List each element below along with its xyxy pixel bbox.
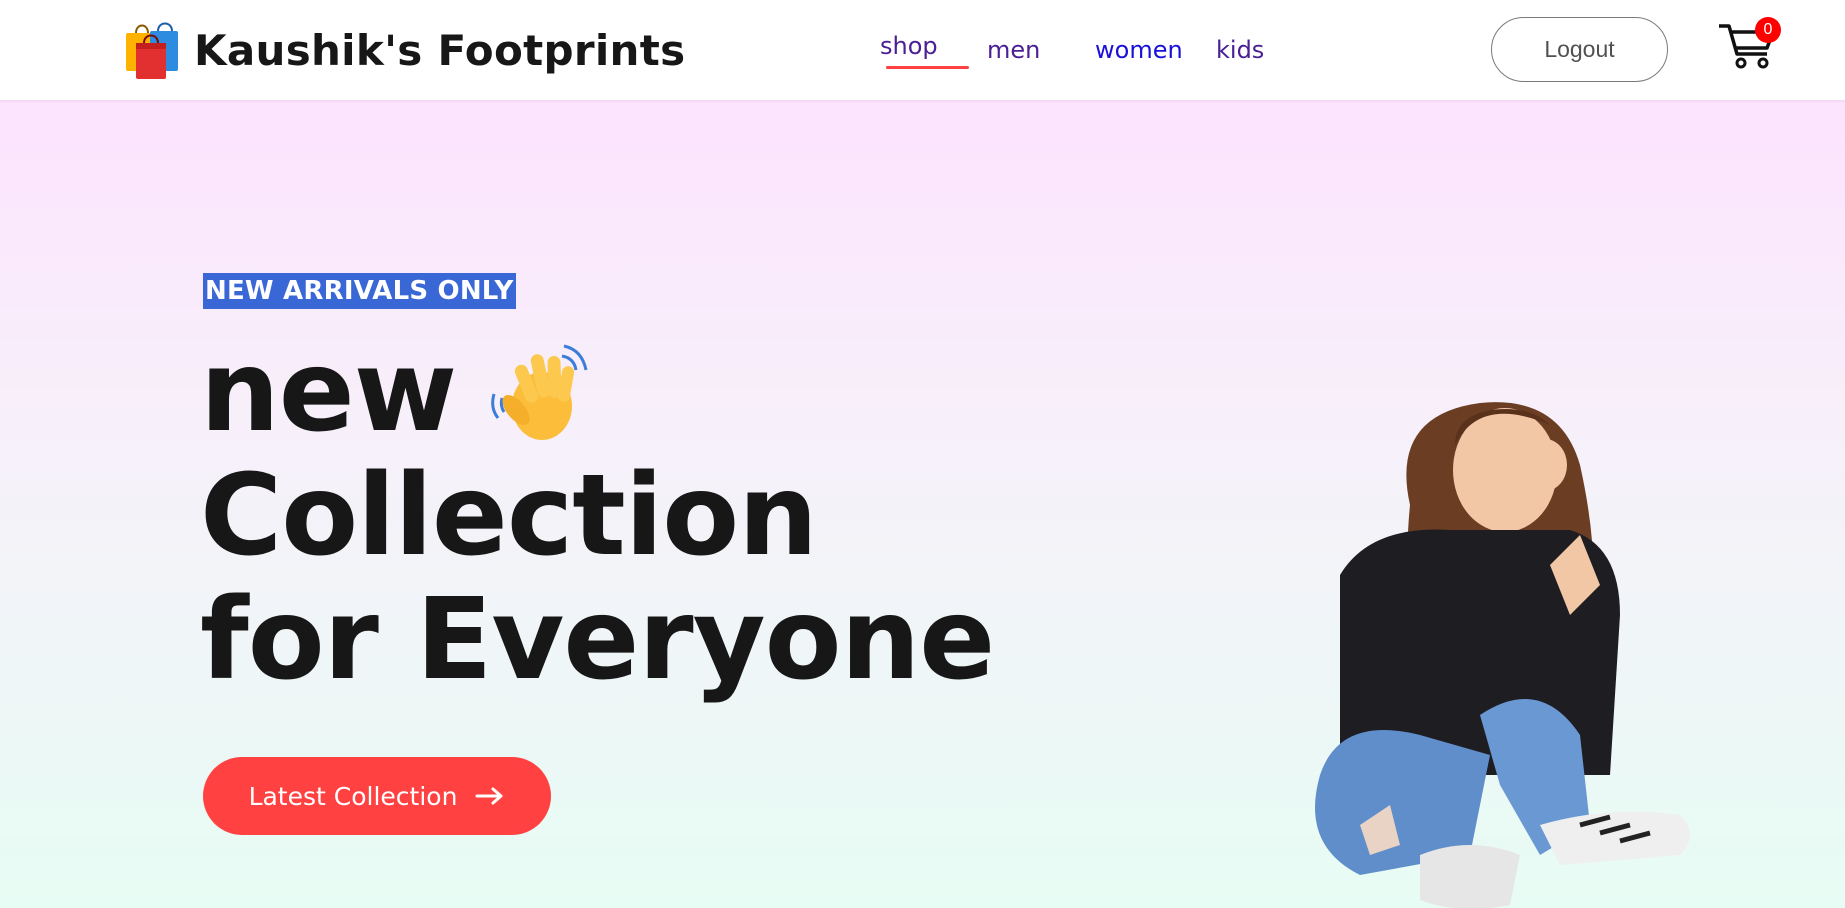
nav-item-kids[interactable]: kids	[1216, 32, 1286, 78]
brand-name: Kaushik's Footprints	[194, 25, 686, 75]
nav-item-shop[interactable]: shop	[880, 28, 975, 74]
nav-menu: shop men women kids	[880, 28, 1286, 74]
nav-item-label: shop	[880, 32, 938, 60]
waving-hand-icon	[491, 344, 588, 440]
tagline: NEW ARRIVALS ONLY	[203, 273, 516, 309]
nav-item-label: kids	[1216, 36, 1265, 64]
brand-logo[interactable]: Kaushik's Footprints	[122, 18, 685, 82]
logout-button[interactable]: Logout	[1491, 17, 1668, 82]
active-underline	[886, 66, 969, 69]
nav-item-women[interactable]: women	[1083, 32, 1216, 78]
hero-section: NEW ARRIVALS ONLY new Collection for Eve…	[0, 100, 1845, 908]
headline-line-3: for Everyone	[200, 575, 995, 705]
headline-line-2: Collection	[200, 451, 818, 581]
navbar: Kaushik's Footprints shop men women kids…	[0, 0, 1845, 100]
hero-model-image	[1315, 402, 1690, 908]
shopping-bags-icon	[126, 22, 178, 79]
latest-collection-button[interactable]: Latest Collection	[203, 757, 551, 835]
nav-item-label: men	[987, 36, 1041, 64]
headline-text-1: new	[200, 327, 457, 457]
cart-count-badge: 0	[1755, 17, 1781, 43]
headline-line-1: new	[200, 330, 994, 454]
arrow-right-icon	[475, 787, 503, 805]
hero-headline: new Collection for Everyone	[200, 330, 995, 705]
nav-item-men[interactable]: men	[975, 32, 1083, 78]
cta-label: Latest Collection	[248, 781, 458, 811]
nav-item-label: women	[1095, 36, 1183, 64]
